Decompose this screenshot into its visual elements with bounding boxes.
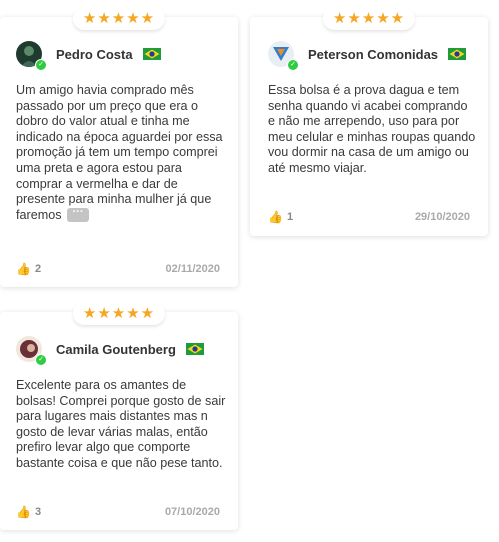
review-header: ✓ Pedro Costa: [16, 41, 161, 71]
review-footer: 👍 1 29/10/2020: [268, 210, 470, 224]
like-button[interactable]: 👍 3: [16, 505, 41, 519]
review-footer: 👍 3 07/10/2020: [16, 505, 220, 519]
like-count: 1: [286, 211, 294, 223]
thumbs-up-icon: 👍: [16, 262, 31, 276]
star-rating: ★★★★★: [322, 7, 416, 30]
thumbs-up-icon: 👍: [268, 210, 283, 224]
verified-check-icon: ✓: [35, 354, 47, 366]
like-count: 2: [34, 263, 42, 275]
verified-check-icon: ✓: [35, 59, 47, 71]
brazil-flag-icon: [185, 343, 204, 355]
review-card: ★★★★★ ✓ Peterson Comonidas Essa bolsa é …: [250, 7, 488, 236]
review-text-content: Excelente para os amantes de bolsas! Com…: [16, 378, 226, 470]
like-button[interactable]: 👍 1: [268, 210, 293, 224]
brazil-flag-icon: [142, 48, 161, 60]
verified-check-icon: ✓: [287, 59, 299, 71]
like-button[interactable]: 👍 2: [16, 262, 41, 276]
review-footer: 👍 2 02/11/2020: [16, 262, 220, 276]
review-text-content: Um amigo havia comprado mês passado por …: [16, 83, 223, 222]
like-count: 3: [34, 506, 42, 518]
expand-more-button[interactable]: ···: [67, 207, 89, 223]
avatar: ✓: [16, 336, 47, 366]
reviewer-name: Peterson Comonidas: [308, 46, 439, 62]
review-date: 07/10/2020: [164, 506, 220, 518]
review-text: Um amigo havia comprado mês passado por …: [16, 83, 226, 223]
star-rating: ★★★★★: [72, 302, 166, 325]
review-text: Essa bolsa é a prova dagua e tem senha q…: [268, 83, 476, 177]
review-card: ★★★★★ ✓ Pedro Costa Um amigo havia compr…: [0, 7, 238, 287]
reviewer-name: Pedro Costa: [56, 46, 133, 62]
avatar: ✓: [16, 41, 47, 71]
review-text: Excelente para os amantes de bolsas! Com…: [16, 378, 226, 472]
review-header: ✓ Camila Goutenberg: [16, 336, 204, 366]
review-date: 29/10/2020: [414, 211, 470, 223]
reviewer-name: Camila Goutenberg: [56, 341, 176, 357]
avatar: ✓: [268, 41, 299, 71]
thumbs-up-icon: 👍: [16, 505, 31, 519]
review-date: 02/11/2020: [165, 263, 220, 275]
star-rating: ★★★★★: [72, 7, 166, 30]
review-header: ✓ Peterson Comonidas: [268, 41, 467, 71]
review-card: ★★★★★ ✓ Camila Goutenberg Excelente para…: [0, 302, 238, 530]
brazil-flag-icon: [448, 48, 467, 60]
review-text-content: Essa bolsa é a prova dagua e tem senha q…: [268, 83, 476, 175]
